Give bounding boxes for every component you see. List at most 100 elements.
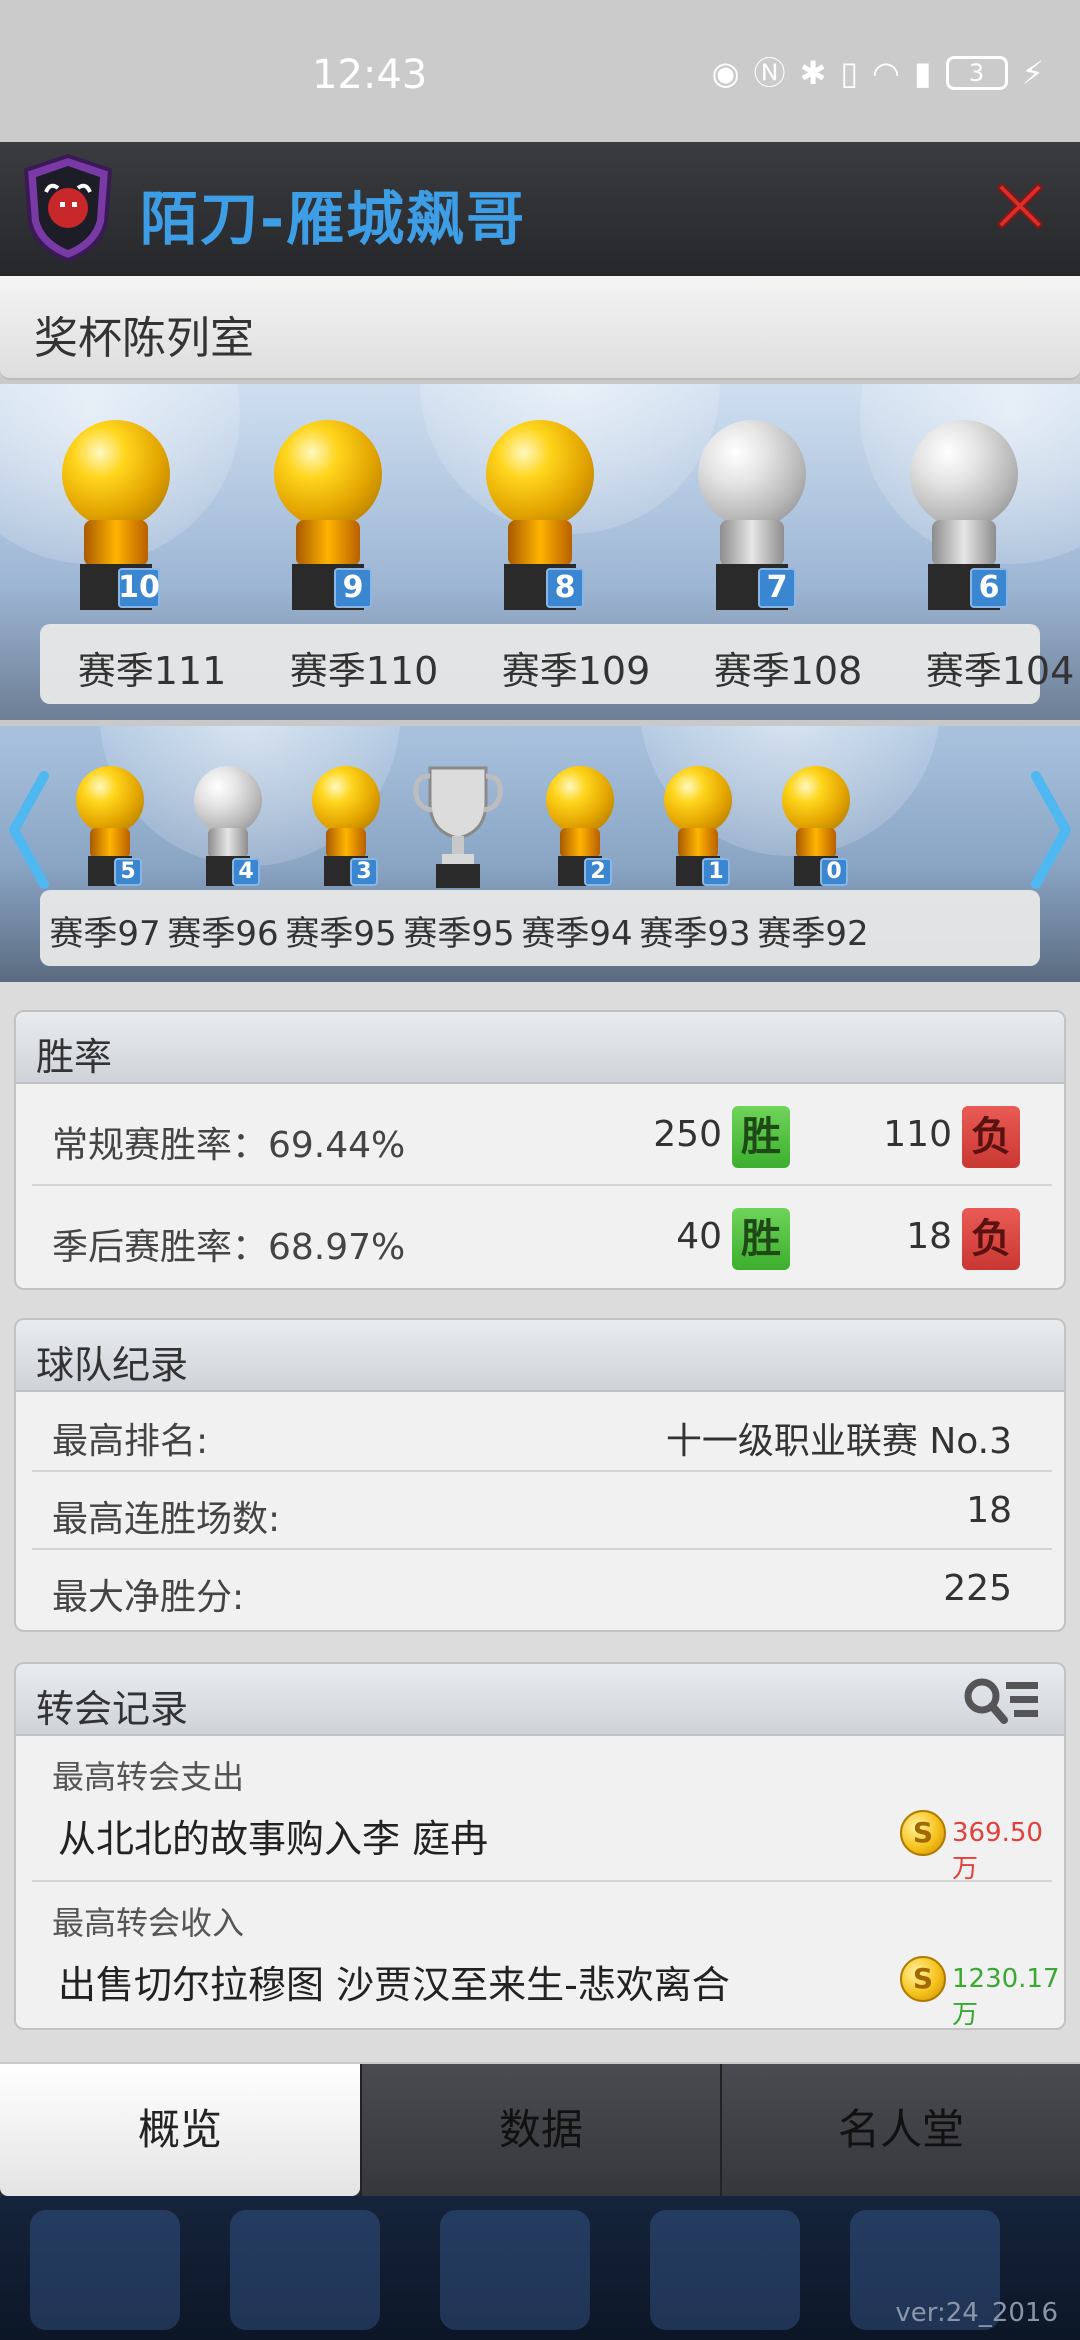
coin-icon: [900, 1956, 946, 2002]
status-time: 12:43: [312, 52, 428, 98]
season-label: 赛季109: [501, 649, 651, 693]
win-rate-header: 胜率: [16, 1012, 1064, 1084]
search-list-icon[interactable]: [962, 1674, 1042, 1728]
playoff-label: 季后赛胜率：68.97%: [52, 1227, 406, 1268]
trophy-room-title: 奖杯陈列室: [34, 313, 254, 364]
season-label: 赛季110: [289, 649, 439, 693]
season-label: 赛季111: [77, 649, 227, 693]
record-row: 最高排名: 十一级职业联赛 No.3: [32, 1394, 1052, 1472]
tab-hall-of-fame[interactable]: 名人堂: [720, 2064, 1080, 2196]
wifi-icon: ◠: [872, 54, 900, 92]
close-icon[interactable]: [990, 176, 1050, 236]
trophy-item[interactable]: 6: [904, 420, 1024, 620]
record-value: 225: [943, 1568, 1012, 1609]
transfer-record-title: 转会记录: [36, 1687, 189, 1731]
win-tag: 胜: [732, 1106, 790, 1168]
regular-losses: 110: [883, 1114, 952, 1155]
season-label: 赛季92: [757, 914, 869, 954]
page-title: 陌刀-雁城飙哥: [140, 185, 527, 253]
trophy-item[interactable]: 9: [268, 420, 388, 620]
trophy-labels-bottom: 赛季97 赛季96 赛季95 赛季95 赛季94 赛季93 赛季92: [40, 890, 1040, 966]
record-label: 最高连胜场数:: [52, 1499, 281, 1540]
trophy-badge: 3: [350, 858, 378, 886]
trophy-item[interactable]: 5: [70, 766, 150, 906]
expense-desc: 从北北的故事购入李 庭冉: [58, 1817, 489, 1861]
playoff-wins: 40: [676, 1216, 722, 1257]
trophy-badge: 2: [584, 858, 612, 886]
trophy-badge: 4: [232, 858, 260, 886]
app-header: 陌刀-雁城飙哥: [0, 142, 1080, 276]
nfc-icon: Ⓝ: [753, 54, 786, 92]
vibrate-icon: ▯: [840, 54, 858, 92]
trophy-item[interactable]: 2: [540, 766, 620, 906]
tab-data[interactable]: 数据: [360, 2064, 720, 2196]
season-label: 赛季93: [639, 914, 751, 954]
trophy-item[interactable]: 4: [188, 766, 268, 906]
chevron-right-icon[interactable]: [1030, 770, 1074, 890]
playoff-row: 季后赛胜率：68.97% 40 胜 18 负: [32, 1188, 1052, 1288]
trophy-labels-top: 赛季111 赛季110 赛季109 赛季108 赛季104: [40, 624, 1074, 704]
record-label: 最大净胜分:: [52, 1577, 245, 1618]
record-value: 十一级职业联赛 No.3: [665, 1421, 1012, 1462]
faded-nav-icon: [30, 2210, 180, 2330]
faded-nav-icon: [230, 2210, 380, 2330]
transfer-income-row: 最高转会收入 出售切尔拉穆图 沙贾汉至来生-悲欢离合 1230.17万: [32, 1884, 1060, 2028]
trophy-item[interactable]: 3: [306, 766, 386, 906]
transfer-record-header: 转会记录: [16, 1664, 1064, 1736]
trophy-room-header: 奖杯陈列室: [0, 276, 1080, 380]
loss-tag: 负: [962, 1106, 1020, 1168]
trophy-badge: 8: [546, 568, 584, 608]
regular-wins: 250: [653, 1114, 722, 1155]
expense-amount: 369.50万: [952, 1818, 1043, 1884]
trophy-badge: 10: [118, 568, 160, 608]
faded-nav-icon: [440, 2210, 590, 2330]
playoff-losses: 18: [906, 1216, 952, 1257]
tab-overview[interactable]: 概览: [0, 2064, 360, 2196]
bottom-tab-bar: 概览 数据 名人堂: [0, 2064, 1080, 2196]
trophy-item[interactable]: 10: [56, 420, 176, 620]
record-value: 18: [966, 1490, 1012, 1531]
trophy-badge: 0: [820, 858, 848, 886]
win-tag: 胜: [732, 1208, 790, 1270]
season-label: 赛季104: [925, 649, 1075, 693]
income-amount: 1230.17万: [952, 1964, 1060, 2030]
season-label: 赛季95: [403, 914, 515, 954]
version-label: ver:24_2016: [895, 2298, 1058, 2328]
charging-icon: ⚡: [1021, 54, 1044, 92]
transfer-expense-row: 最高转会支出 从北北的故事购入李 庭冉 369.50万: [32, 1738, 1052, 1884]
season-label: 赛季97: [49, 914, 161, 954]
season-label: 赛季94: [521, 914, 633, 954]
trophy-item[interactable]: 0: [776, 766, 856, 906]
team-record-card: 球队纪录 最高排名: 十一级职业联赛 No.3 最高连胜场数: 18 最大净胜分…: [14, 1318, 1066, 1632]
regular-season-row: 常规赛胜率：69.44% 250 胜 110 负: [32, 1086, 1052, 1186]
record-row: 最大净胜分: 225: [32, 1550, 1052, 1628]
expense-label: 最高转会支出: [52, 1758, 245, 1796]
trophy-item[interactable]: 1: [658, 766, 738, 906]
trophy-item[interactable]: 8: [480, 420, 600, 620]
income-desc: 出售切尔拉穆图 沙贾汉至来生-悲欢离合: [58, 1963, 730, 2007]
season-label: 赛季96: [167, 914, 279, 954]
trophy-item[interactable]: 7: [692, 420, 812, 620]
faded-nav-icon: [650, 2210, 800, 2330]
season-label: 赛季95: [285, 914, 397, 954]
trophy-badge: 1: [702, 858, 730, 886]
win-rate-card: 胜率 常规赛胜率：69.44% 250 胜 110 负 季后赛胜率：68.97%…: [14, 1010, 1066, 1290]
team-logo-icon: [23, 153, 113, 263]
signal-5g-icon: ▮: [913, 54, 932, 92]
regular-season-label: 常规赛胜率：69.44%: [52, 1125, 406, 1166]
bluetooth-icon: ✱: [799, 54, 827, 92]
cup-trophy-icon: [413, 766, 503, 888]
chevron-left-icon[interactable]: [6, 770, 50, 890]
status-icons: ◉ Ⓝ ✱ ▯ ◠ ▮ 3 ⚡: [712, 56, 1044, 90]
income-label: 最高转会收入: [52, 1904, 245, 1942]
transfer-record-card: 转会记录 最高转会支出 从北北的故事购入李 庭冉 369.50万 最高转会收入 …: [14, 1662, 1066, 2030]
battery-indicator: 3: [945, 56, 1008, 90]
trophy-badge: 7: [758, 568, 796, 608]
team-record-title: 球队纪录: [36, 1343, 189, 1387]
eye-icon: ◉: [711, 54, 740, 92]
record-label: 最高排名:: [52, 1421, 209, 1462]
record-row: 最高连胜场数: 18: [32, 1472, 1052, 1550]
season-label: 赛季108: [713, 649, 863, 693]
trophy-badge: 9: [334, 568, 372, 608]
trophy-badge: 5: [114, 858, 142, 886]
